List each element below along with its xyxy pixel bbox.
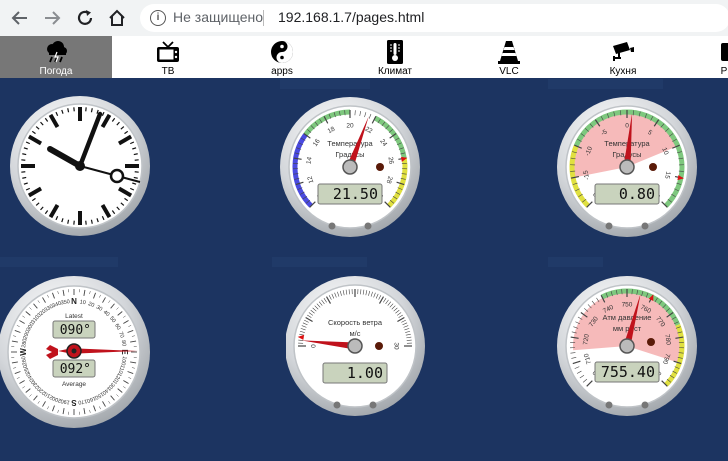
gauge-hub	[619, 338, 635, 354]
nav-item-label: Погода	[39, 66, 73, 77]
pressure-led	[647, 338, 655, 346]
clock-minute-tick	[22, 176, 27, 179]
clock-minute-tick	[90, 108, 93, 113]
url-text[interactable]: 192.168.1.7/pages.html	[278, 9, 424, 25]
scale-tick-label: 750	[622, 302, 633, 309]
wind-speed-led	[375, 342, 383, 350]
compass-degree-label: 10	[79, 299, 86, 306]
clock-minute-tick	[22, 153, 27, 156]
temperature-led	[376, 163, 384, 171]
reload-button[interactable]	[73, 6, 97, 30]
address-bar[interactable]: i Не защищено 192.168.1.7/pages.html	[140, 4, 728, 32]
outdoor-led	[649, 163, 657, 171]
forward-arrow-icon	[45, 11, 61, 25]
partial-icon	[721, 43, 728, 61]
clock-second-tip	[109, 168, 125, 184]
back-arrow-icon	[11, 11, 27, 25]
scale-tick-label: 14	[305, 156, 313, 165]
wind-latest-label: Latest	[65, 313, 83, 320]
section-label-wind-direction	[0, 257, 118, 267]
wind-speed-gauge: 0 30 Скорость ветра м/с 1.00	[286, 276, 425, 416]
scale-tick-label: 0	[625, 123, 629, 130]
clock-minute-tick	[90, 219, 93, 224]
home-button[interactable]	[105, 6, 129, 30]
forward-button[interactable]	[40, 6, 64, 30]
nav-item-label: VLC	[499, 66, 519, 77]
clock-minute-tick	[133, 176, 138, 179]
nav-item-climate[interactable]: Климат	[365, 36, 425, 78]
wind-latest-value: 090°	[60, 323, 91, 338]
temperature-screw-right	[364, 222, 372, 230]
pressure-title: Атм давление	[603, 313, 652, 322]
compass-cardinal-label: N	[71, 297, 77, 306]
weather-icon	[47, 41, 67, 63]
nav-item-label: ТВ	[161, 66, 175, 77]
gauge-hub	[342, 159, 358, 175]
temperature-screw-left	[328, 222, 336, 230]
scale-tick-label: 26	[386, 156, 394, 165]
wind-speed-value: 1.00	[347, 364, 383, 382]
pressure-unit: мм рт.ст	[613, 324, 642, 333]
nav-item-label: Климат	[377, 66, 413, 77]
compass-cardinal-label: E	[120, 349, 129, 355]
compass-cardinal-label: W	[19, 348, 28, 356]
clock-minute-tick	[67, 108, 70, 113]
clock-minute-tick	[133, 153, 138, 156]
outdoor-value: 0.80	[619, 185, 655, 203]
section-label-indoor	[280, 79, 370, 89]
wind-speed-unit: м/с	[350, 329, 361, 338]
gauge-hub	[347, 338, 363, 354]
app-navbar: Погода ТВ apps Климат VLC Кухня Р	[0, 36, 728, 78]
tv-icon	[157, 41, 179, 62]
browser-toolbar: i Не защищено 192.168.1.7/pages.html	[0, 0, 728, 36]
clock-pivot	[75, 161, 85, 171]
camera-icon	[613, 42, 634, 61]
security-label: Не защищено	[173, 9, 263, 25]
section-label-pressure	[548, 257, 603, 267]
nav-item-label: Р	[720, 66, 728, 77]
gauge-hub	[619, 159, 635, 175]
nav-item-label: Кухня	[609, 66, 637, 77]
section-label-outdoor	[548, 79, 663, 89]
traffic-cone-icon	[498, 41, 520, 64]
nav-item-weather[interactable]: Погода	[0, 36, 112, 78]
thermometer-icon	[387, 40, 403, 64]
nav-item-label: apps	[271, 66, 293, 77]
nav-item-kitchen[interactable]: Кухня	[593, 36, 653, 78]
home-icon	[109, 9, 125, 26]
nav-item-apps[interactable]: apps	[252, 36, 312, 78]
wind-direction-gauge: 10 20 304050607080100110120130140150160170…	[0, 276, 150, 428]
wind-average-value: 092°	[60, 362, 91, 377]
pressure-gauge: 700710720730740750760770780790800 Атм да…	[557, 276, 697, 416]
back-button[interactable]	[8, 6, 32, 30]
reload-icon	[77, 10, 93, 25]
compass-cardinal-label: S	[71, 398, 77, 407]
temperature-value: 21.50	[333, 185, 378, 203]
scale-tick-label: 30	[393, 342, 400, 350]
scale-tick-label: 0	[311, 344, 318, 348]
info-icon[interactable]: i	[150, 10, 166, 26]
address-separator	[263, 10, 264, 26]
temperature-gauge: 1012141618202224262830 Температура Граду…	[280, 97, 420, 237]
scale-tick-label: 20	[346, 123, 354, 130]
compass-degree-label: 80	[120, 340, 127, 347]
nav-item-tv[interactable]: ТВ	[138, 36, 198, 78]
nav-item-more[interactable]: Р	[712, 36, 728, 78]
temperature-title: Температура	[327, 139, 373, 148]
pressure-value: 755.40	[601, 363, 655, 381]
wind-speed-title: Скорость ветра	[328, 318, 383, 327]
yin-yang-icon	[271, 41, 293, 63]
clock-gauge	[10, 96, 150, 236]
clock-minute-tick	[67, 219, 70, 224]
temperature-unit: Градусы	[335, 150, 364, 159]
nav-item-vlc[interactable]: VLC	[479, 36, 539, 78]
outdoor-temperature-gauge: -20-15-10-505101520 Температура Градусы …	[557, 97, 697, 237]
section-label-wind-speed	[272, 257, 367, 267]
wind-average-label: Average	[62, 381, 86, 388]
